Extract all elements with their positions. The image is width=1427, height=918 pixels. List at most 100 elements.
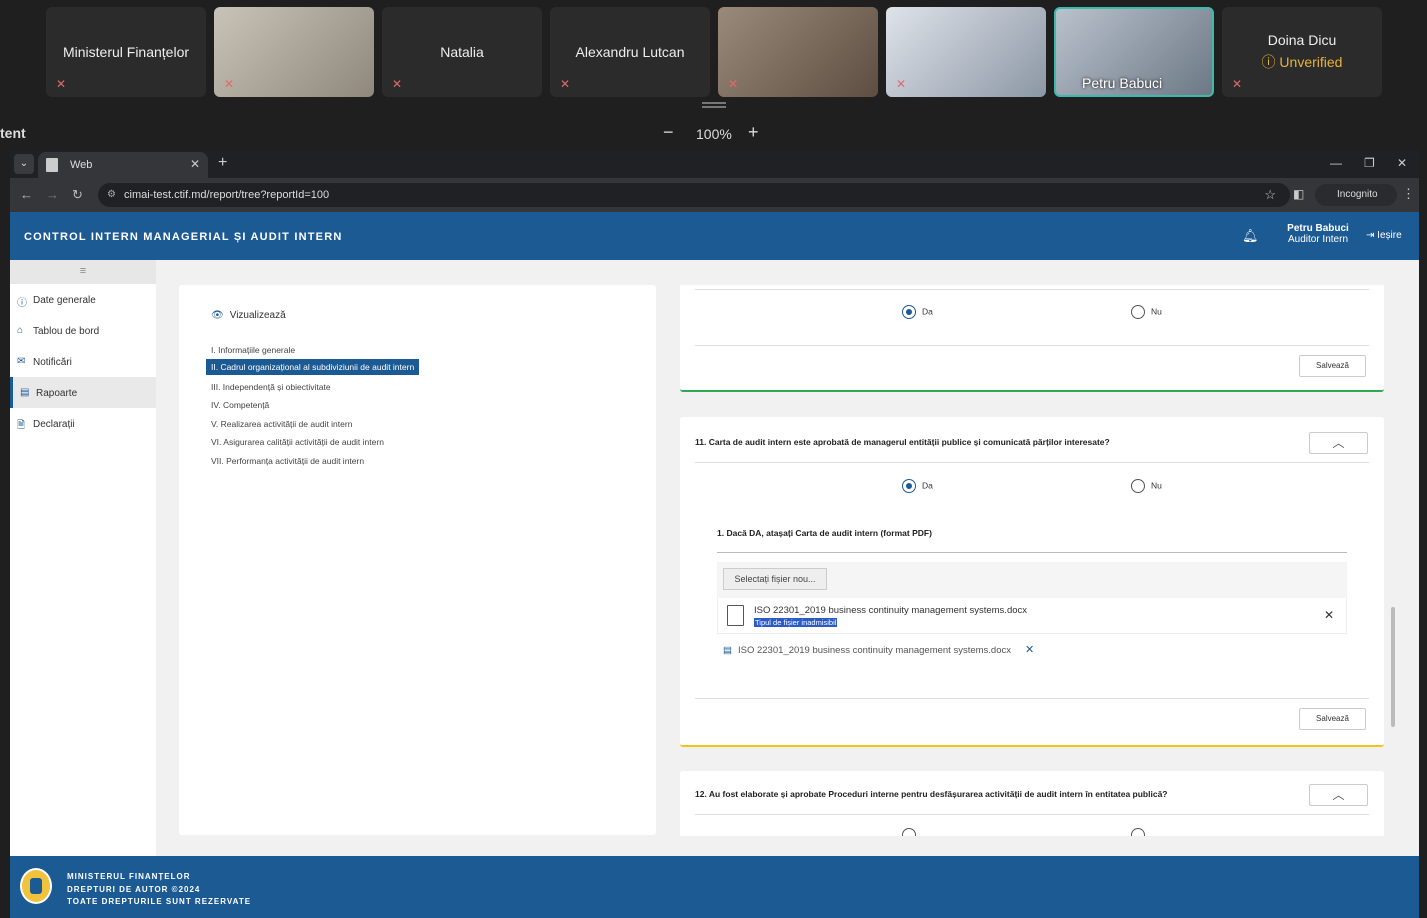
close-tab-icon[interactable]: ✕ xyxy=(190,157,200,171)
new-tab-icon[interactable]: + xyxy=(218,154,227,172)
sidebar-item-notificari[interactable]: ✉ Notificări xyxy=(10,346,156,377)
logout-label: Ieșire xyxy=(1377,230,1402,241)
footer-line: TOATE DREPTURILE SUNT REZERVATE xyxy=(67,897,252,906)
page-icon xyxy=(46,158,58,172)
mic-off-icon: ✕ xyxy=(56,77,67,91)
mic-off-icon: ✕ xyxy=(392,77,403,91)
tab-title: Web xyxy=(70,159,93,171)
participant-video-tile[interactable]: ✕ xyxy=(886,7,1046,97)
mail-icon: ✉ xyxy=(17,356,26,367)
app-footer: MINISTERUL FINANȚELOR DREPTURI DE AUTOR … xyxy=(10,856,1419,918)
collapse-chevron-icon[interactable]: ︿ xyxy=(1309,432,1368,454)
forward-icon[interactable]: → xyxy=(46,187,59,202)
sidebar-item-date-generale[interactable]: ⓘ Date generale xyxy=(10,284,156,315)
radio-no[interactable] xyxy=(1131,828,1151,836)
participant-name: Natalia xyxy=(440,44,484,60)
browser-tab[interactable]: Web ✕ xyxy=(38,152,208,178)
footer-line: MINISTERUL FINANȚELOR xyxy=(67,872,191,881)
incognito-badge[interactable]: Incognito xyxy=(1315,184,1397,206)
remove-file-icon[interactable]: ✕ xyxy=(1324,608,1334,622)
attached-file-name[interactable]: ISO 22301_2019 business continuity manag… xyxy=(738,645,1011,656)
tab-bar: ⌄ Web ✕ + — ❐ ✕ xyxy=(10,150,1419,178)
file-name: ISO 22301_2019 business continuity manag… xyxy=(754,605,1028,616)
view-link[interactable]: 👁︎ Vizualizează xyxy=(211,310,286,321)
app-header: CONTROL INTERN MANAGERIAL ȘI AUDIT INTER… xyxy=(10,212,1419,260)
radio-label: Nu xyxy=(1151,480,1162,491)
select-file-button[interactable]: Selectați fișier nou... xyxy=(723,568,827,590)
tab-search-icon[interactable]: ⌄ xyxy=(14,154,34,174)
sidebar-item-rapoarte[interactable]: ▤ Rapoarte xyxy=(10,377,156,408)
participant-video-tile[interactable]: ✕ xyxy=(718,7,878,97)
tree-node[interactable]: V. Realizarea activității de audit inter… xyxy=(206,416,357,432)
tree-node[interactable]: I. Informațiile generale xyxy=(206,342,300,358)
zoom-out-button[interactable]: − xyxy=(663,122,674,143)
user-info[interactable]: Petru Babuci Auditor Intern xyxy=(1278,223,1358,245)
eye-icon: 👁︎ xyxy=(211,310,224,321)
tree-node[interactable]: VI. Asigurarea calității activității de … xyxy=(206,434,389,450)
zoom-bar: tent − 100% + xyxy=(0,118,1427,148)
sidebar-item-declaratii[interactable]: 🗎︎ Declarații xyxy=(10,408,156,439)
web-page: CONTROL INTERN MANAGERIAL ȘI AUDIT INTER… xyxy=(10,212,1419,918)
page-scrollbar[interactable] xyxy=(1391,607,1395,727)
side-label: tent xyxy=(0,125,26,141)
tree-node[interactable]: IV. Competență xyxy=(206,397,274,413)
back-icon[interactable]: ← xyxy=(20,187,33,202)
file-error: Tipul de fișier inadmisibil xyxy=(754,618,838,627)
mic-off-icon: ✕ xyxy=(728,77,739,91)
file-icon xyxy=(727,605,744,626)
radio-yes[interactable]: Da xyxy=(902,305,933,319)
questions-panel: Da Nu Salvează 11. Carta de audit intern… xyxy=(680,285,1384,836)
home-icon: ⌂ xyxy=(17,325,24,336)
attached-file: ▤ ISO 22301_2019 business continuity mana… xyxy=(723,643,1034,656)
question-text: 11. Carta de audit intern este aprobată … xyxy=(695,437,1110,447)
radio-yes[interactable] xyxy=(902,828,922,836)
question-card-previous: Da Nu Salvează xyxy=(680,285,1384,392)
file-upload: Selectați fișier nou... ISO 22301_2019 b… xyxy=(717,552,1347,634)
side-panel-icon[interactable]: ◧ xyxy=(1293,187,1304,201)
sidebar-item-tablou-de-bord[interactable]: ⌂ Tablou de bord xyxy=(10,315,156,346)
radio-yes[interactable]: Da xyxy=(902,479,933,493)
site-settings-icon[interactable]: ⚙ xyxy=(107,189,116,200)
radio-no[interactable]: Nu xyxy=(1131,479,1162,493)
document-icon: 🗎︎ xyxy=(17,420,26,431)
participant-video-tile-active[interactable]: Petru Babuci xyxy=(1054,7,1214,97)
participant-video-tile[interactable]: ✕ xyxy=(214,7,374,97)
question-text: 12. Au fost elaborate și aprobate Proced… xyxy=(695,789,1168,799)
zoom-in-button[interactable]: + xyxy=(748,122,759,143)
reload-icon[interactable]: ↻ xyxy=(72,187,83,203)
delete-attachment-icon[interactable]: ✕ xyxy=(1025,644,1034,656)
logout-button[interactable]: ⇥ Ieșire xyxy=(1366,230,1402,241)
radio-no[interactable]: Nu xyxy=(1131,305,1162,319)
sidebar-item-label: Date generale xyxy=(33,295,96,306)
footer-line: DREPTURI DE AUTOR ©2024 xyxy=(67,884,201,894)
save-button[interactable]: Salvează xyxy=(1299,708,1366,730)
radio-label: Nu xyxy=(1151,306,1162,317)
resize-handle[interactable] xyxy=(702,102,726,108)
minimize-icon[interactable]: — xyxy=(1330,156,1342,170)
bell-icon[interactable]: 🔔︎ xyxy=(1242,228,1259,244)
bookmark-star-icon[interactable]: ☆ xyxy=(1264,187,1276,203)
collapse-chevron-icon[interactable]: ︿ xyxy=(1309,784,1368,806)
unverified-badge: ⓘ Unverified xyxy=(1261,54,1343,70)
participant-tile[interactable]: Alexandru Lutcan ✕ xyxy=(550,7,710,97)
restore-icon[interactable]: ❐ xyxy=(1364,156,1375,170)
save-button[interactable]: Salvează xyxy=(1299,355,1366,377)
question-card-12: 12. Au fost elaborate și aprobate Proced… xyxy=(680,771,1384,836)
tree-node-selected[interactable]: II. Cadrul organizațional al subdiviziun… xyxy=(206,359,420,375)
browser-menu-icon[interactable]: ⋮ xyxy=(1402,186,1415,202)
user-name: Petru Babuci xyxy=(1287,223,1349,234)
url-field[interactable]: ⚙ cimai-test.ctif.md/report/tree?reportI… xyxy=(98,183,1290,207)
radio-checked-icon xyxy=(902,479,916,493)
participant-name: Petru Babuci xyxy=(1082,75,1163,91)
address-bar-row: ← → ↻ ⚙ cimai-test.ctif.md/report/tree?r… xyxy=(10,178,1419,212)
mic-off-icon: ✕ xyxy=(224,77,235,91)
close-window-icon[interactable]: ✕ xyxy=(1397,156,1407,170)
mic-off-icon: ✕ xyxy=(1232,77,1243,91)
sub-question-text: 1. Dacă DA, atașați Carta de audit inter… xyxy=(717,528,932,538)
menu-toggle-icon[interactable]: ≡ xyxy=(10,260,156,284)
participant-tile[interactable]: Doina Dicu ⓘ Unverified ✕ xyxy=(1222,7,1382,97)
participant-tile[interactable]: Ministerul Finanțelor ✕ xyxy=(46,7,206,97)
tree-node[interactable]: III. Independență și obiectivitate xyxy=(206,379,336,395)
tree-node[interactable]: VII. Performanța activității de audit in… xyxy=(206,453,369,469)
participant-tile[interactable]: Natalia ✕ xyxy=(382,7,542,97)
